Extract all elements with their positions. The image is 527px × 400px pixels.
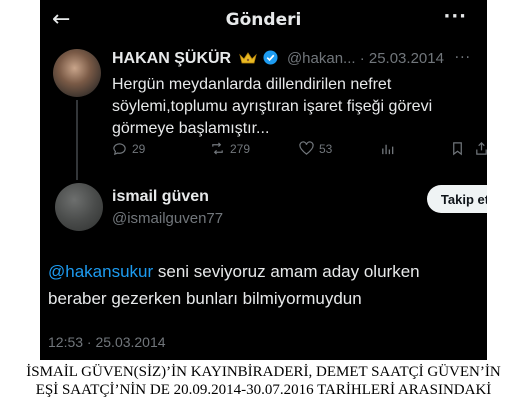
post-screen: ← Gönderi ··· HAKAN ŞÜKÜR @hakan... · 25… (40, 0, 487, 360)
quoted-post-header: HAKAN ŞÜKÜR @hakan... · 25.03.2014 (112, 50, 444, 68)
thread-line (76, 100, 78, 180)
avatar[interactable] (55, 183, 103, 231)
page-title: Gönderi (225, 10, 302, 30)
author-name[interactable]: ismail güven (112, 188, 209, 206)
more-icon[interactable]: ··· (443, 6, 467, 27)
views-button[interactable] (380, 141, 395, 156)
reply-icon (113, 143, 126, 156)
like-count: 53 (319, 141, 333, 156)
document-caption: İSMAİL GÜVEN(SİZ)’İN KAYINBİRADERİ, DEME… (0, 363, 527, 399)
post-text: @hakansukur seni seviyoruz amam aday olu… (48, 258, 478, 312)
quoted-post-text: Hergün meydanlarda dillendirilen nefret … (112, 76, 433, 137)
follow-button[interactable]: Takip et (427, 185, 487, 213)
handle-date: @hakan... · 25.03.2014 (286, 50, 444, 67)
share-button[interactable] (474, 141, 487, 156)
top-bar: ← Gönderi ··· (40, 0, 487, 40)
repost-icon (212, 142, 223, 155)
post-more-icon[interactable]: ··· (455, 50, 471, 66)
repost-count: 279 (230, 141, 251, 156)
reply-button[interactable]: 29 (112, 141, 145, 156)
caption-line: EŞİ SAATÇİ’NİN DE 20.09.2014-30.07.2016 … (35, 382, 492, 398)
author-handle[interactable]: @ismailguven77 (112, 210, 223, 227)
verified-badge-icon (263, 50, 278, 65)
timestamp[interactable]: 12:53 · 25.03.2014 (48, 334, 166, 350)
repost-button[interactable]: 279 (210, 141, 250, 156)
action-bar: 29 279 53 (112, 141, 487, 163)
avatar[interactable] (53, 49, 101, 97)
heart-icon (299, 141, 314, 155)
author-name[interactable]: HAKAN ŞÜKÜR (112, 50, 231, 67)
reply-count: 29 (132, 141, 146, 156)
like-button[interactable]: 53 (299, 141, 332, 156)
bookmark-icon (453, 142, 462, 156)
crown-icon (238, 52, 257, 64)
caption-line: İSMAİL GÜVEN(SİZ)’İN KAYINBİRADERİ, DEME… (26, 364, 501, 380)
mention-link[interactable]: @hakansukur (48, 262, 153, 281)
bookmark-button[interactable] (450, 141, 465, 156)
share-icon (476, 142, 487, 155)
analytics-icon (382, 144, 394, 155)
